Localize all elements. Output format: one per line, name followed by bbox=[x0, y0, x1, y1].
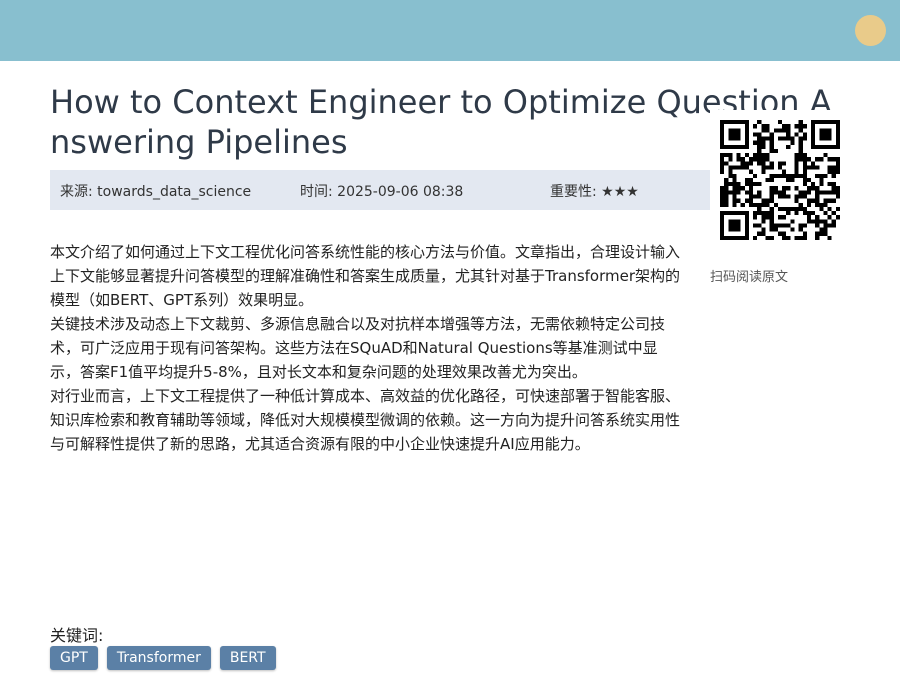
keywords-label: 关键词: bbox=[50, 626, 104, 645]
meta-time: 时间: 2025-09-06 08:38 bbox=[300, 184, 464, 200]
meta-importance: 重要性: ★★★ bbox=[550, 184, 639, 200]
top-banner bbox=[0, 0, 900, 61]
qr-caption: 扫码阅读原文 bbox=[710, 270, 789, 285]
summary-paragraph: 本文介绍了如何通过上下文工程优化问答系统性能的核心方法与价值。文章指出，合理设计… bbox=[50, 243, 681, 309]
article-summary: 本文介绍了如何通过上下文工程优化问答系统性能的核心方法与价值。文章指出，合理设计… bbox=[50, 240, 680, 456]
summary-paragraph: 对行业而言，上下文工程提供了一种低计算成本、高效益的优化路径，可快速部署于智能客… bbox=[50, 387, 681, 453]
keyword-tag[interactable]: BERT bbox=[219, 646, 276, 670]
keyword-tag[interactable]: GPT bbox=[50, 646, 98, 670]
qr-code-icon bbox=[720, 120, 840, 240]
meta-source: 来源: towards_data_science bbox=[60, 184, 252, 200]
article-meta-bar: 来源: towards_data_science 时间: 2025-09-06 … bbox=[50, 170, 710, 210]
keyword-tags: GPT Transformer BERT bbox=[50, 646, 285, 670]
qr-code[interactable] bbox=[710, 110, 850, 250]
page: How to Context Engineer to Optimize Ques… bbox=[0, 0, 900, 700]
summary-paragraph: 关键技术涉及动态上下文裁剪、多源信息融合以及对抗样本增强等方法，无需依赖特定公司… bbox=[50, 315, 666, 381]
keyword-tag[interactable]: Transformer bbox=[106, 646, 211, 670]
avatar[interactable] bbox=[855, 15, 886, 46]
